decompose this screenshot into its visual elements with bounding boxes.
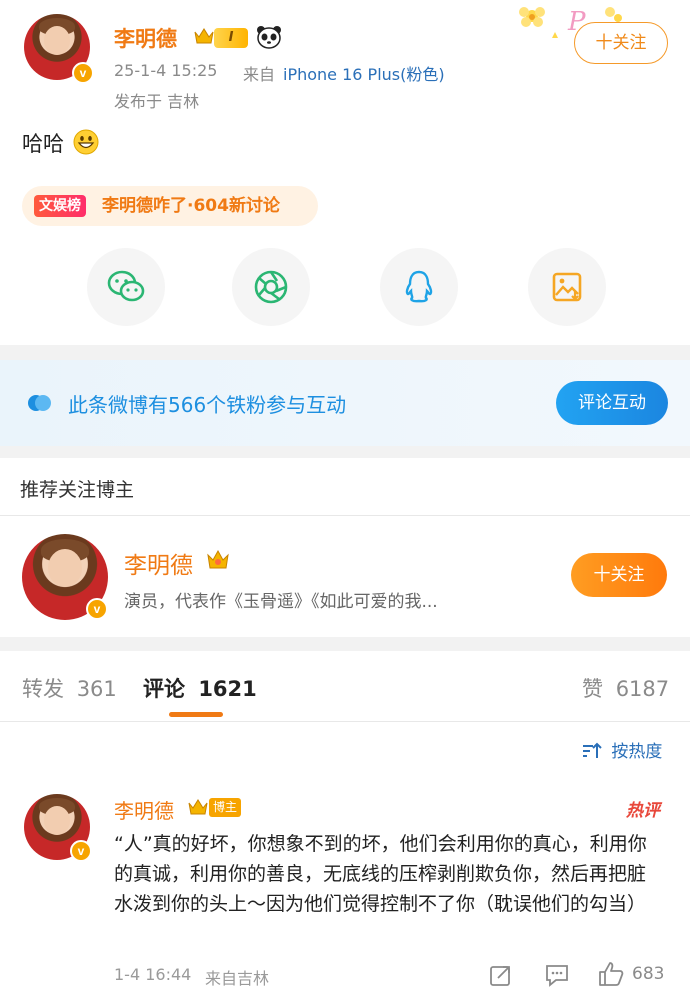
comment-time: 1-4 16:44 bbox=[114, 965, 192, 984]
author-avatar[interactable]: v bbox=[24, 14, 94, 84]
comment-icon[interactable] bbox=[544, 963, 570, 987]
follow-button-top[interactable]: 十关注 bbox=[574, 22, 668, 64]
divider-line bbox=[0, 515, 690, 516]
crown-icon bbox=[194, 28, 214, 44]
panda-icon bbox=[257, 26, 281, 49]
hot-topic-text: 李明德咋了·604新讨论 bbox=[102, 196, 280, 216]
hot-topic-pill[interactable]: 文娱榜 李明德咋了·604新讨论 bbox=[22, 186, 318, 226]
tab-comments-count: 1621 bbox=[198, 677, 257, 701]
sort-label: 按热度 bbox=[611, 742, 663, 762]
share-moments-button[interactable] bbox=[232, 248, 310, 326]
share-wechat-button[interactable] bbox=[87, 248, 165, 326]
blogger-badge: 博主 bbox=[209, 798, 242, 817]
tab-repost-count: 361 bbox=[76, 677, 117, 701]
verified-icon: v bbox=[70, 840, 92, 862]
active-tab-indicator bbox=[169, 712, 223, 717]
wechat-icon bbox=[107, 270, 145, 302]
crown-icon bbox=[188, 799, 208, 815]
post-location: 发布于 吉林 bbox=[114, 92, 200, 111]
fans-icon bbox=[28, 395, 51, 411]
comment-interact-button[interactable]: 评论互动 bbox=[556, 381, 668, 425]
avatar-face bbox=[43, 25, 71, 55]
level-badge: I bbox=[214, 28, 248, 48]
tab-likes-label: 赞 bbox=[582, 677, 603, 701]
post-content-text: 哈哈 bbox=[22, 132, 64, 156]
recommend-follow-button[interactable]: 十关注 bbox=[571, 553, 667, 597]
section-divider bbox=[0, 345, 690, 360]
post-source-prefix: 来自 bbox=[243, 65, 276, 84]
verified-icon: v bbox=[86, 598, 108, 620]
comment-text: “人”真的好坏，你想象不到的坏，他们会利用你的真心，利用你的真诚，利用你的善良，… bbox=[114, 833, 647, 915]
tab-likes[interactable]: 赞 6187 bbox=[582, 673, 669, 703]
like-icon[interactable] bbox=[597, 960, 625, 988]
comment-like-count: 683 bbox=[632, 964, 665, 984]
author-name[interactable]: 李明德 bbox=[114, 23, 177, 53]
hot-tag: 文娱榜 bbox=[34, 195, 86, 217]
moments-icon bbox=[254, 270, 288, 304]
commenter-avatar[interactable]: v bbox=[24, 794, 92, 862]
recommend-avatar[interactable]: v bbox=[22, 534, 108, 620]
qq-icon bbox=[405, 270, 433, 303]
post-timestamp: 25-1-4 15:25 bbox=[114, 61, 218, 80]
divider-line bbox=[0, 721, 690, 722]
section-divider bbox=[0, 637, 690, 651]
section-divider bbox=[0, 446, 690, 458]
avatar-face bbox=[47, 549, 83, 588]
fans-banner-text: 此条微博有566个铁粉参与互动 bbox=[68, 393, 347, 417]
recommend-name[interactable]: 李明德 bbox=[124, 546, 193, 580]
sort-button[interactable]: 按热度 bbox=[582, 737, 662, 762]
grin-emoji-icon bbox=[73, 129, 99, 155]
post-source-device[interactable]: iPhone 16 Plus(粉色) bbox=[283, 61, 445, 85]
avatar-face bbox=[43, 805, 71, 835]
tab-likes-count: 6187 bbox=[615, 677, 670, 701]
repost-icon[interactable] bbox=[489, 963, 513, 987]
tab-comments-label: 评论 bbox=[143, 677, 185, 701]
verified-icon: v bbox=[72, 62, 94, 84]
recommend-bio: 演员，代表作《玉骨遥》《如此可爱的我... bbox=[124, 592, 438, 612]
save-image-button[interactable] bbox=[528, 248, 606, 326]
post-content: 哈哈 bbox=[22, 128, 99, 158]
recommend-title: 推荐关注博主 bbox=[20, 479, 135, 501]
tab-comments[interactable]: 评论 1621 bbox=[143, 673, 257, 703]
hot-comment-icon: 热评 bbox=[626, 801, 660, 821]
share-qq-button[interactable] bbox=[380, 248, 458, 326]
tab-repost-label: 转发 bbox=[22, 677, 64, 701]
comment-location: 来自吉林 bbox=[205, 969, 270, 988]
save-image-icon bbox=[552, 272, 582, 302]
sort-icon bbox=[583, 742, 602, 758]
commenter-name[interactable]: 李明德 bbox=[114, 795, 174, 824]
tab-repost[interactable]: 转发 361 bbox=[22, 673, 117, 703]
crown-badge-icon bbox=[207, 549, 229, 569]
